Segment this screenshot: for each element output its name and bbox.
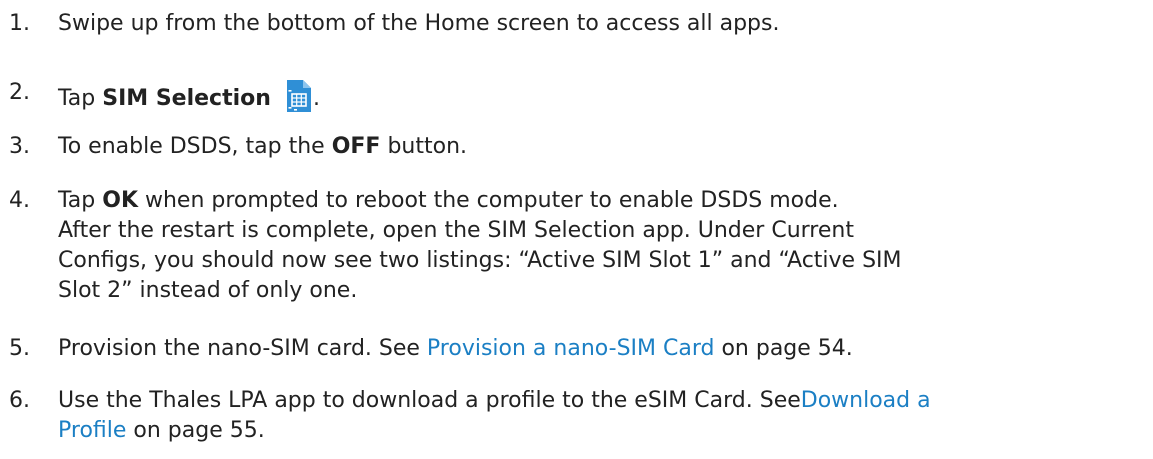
step-5-post: on page 54.	[714, 336, 853, 361]
step-text: Swipe up from the bottom of the Home scr…	[58, 9, 779, 39]
step-text: Provision the nano-SIM card. See Provisi…	[58, 334, 853, 364]
off-button-label: OFF	[331, 134, 381, 159]
instruction-page: 1. Swipe up from the bottom of the Home …	[0, 0, 1153, 459]
step-2-post: .	[312, 86, 320, 111]
step-5-pre: Provision the nano-SIM card. See	[58, 336, 427, 361]
step-3-post: button.	[380, 134, 468, 159]
step-text: To enable DSDS, tap the OFF button.	[58, 132, 467, 162]
step-2-pre: Tap	[58, 86, 103, 111]
step-text: Tap SIM Selection .	[58, 78, 320, 114]
download-profile-link-cont[interactable]: Profile	[58, 418, 126, 443]
download-profile-link[interactable]: Download a	[801, 388, 931, 413]
step-4-post: when prompted to reboot the computer to …	[138, 188, 839, 213]
ok-label: OK	[102, 188, 138, 213]
step-3-pre: To enable DSDS, tap the	[58, 134, 332, 159]
step-number: 5.	[9, 336, 30, 361]
sim-selection-label: SIM Selection	[102, 86, 271, 111]
step-number: 6.	[9, 388, 30, 413]
step-number: 2.	[9, 80, 30, 105]
step-number: 4.	[9, 188, 30, 213]
step-4-line-3: Configs, you should now see two listings…	[58, 248, 902, 273]
step-number: 1.	[9, 11, 30, 36]
step-4-line-1: Tap OK when prompted to reboot the compu…	[58, 186, 902, 216]
step-number: 3.	[9, 134, 30, 159]
step-4-line-2: After the restart is complete, open the …	[58, 218, 854, 243]
step-text: Use the Thales LPA app to download a pro…	[58, 386, 931, 446]
step-6-line-1: Use the Thales LPA app to download a pro…	[58, 386, 931, 416]
step-text: Tap OK when prompted to reboot the compu…	[58, 186, 902, 306]
step-4-line-4: Slot 2” instead of only one.	[58, 278, 358, 303]
step-6-pre: Use the Thales LPA app to download a pro…	[58, 388, 801, 413]
step-6-post: on page 55.	[126, 418, 265, 443]
sim-card-icon	[283, 78, 313, 114]
provision-nano-sim-link[interactable]: Provision a nano-SIM Card	[427, 336, 715, 361]
step-1-text: Swipe up from the bottom of the Home scr…	[58, 11, 780, 36]
step-6-line-2: Profile on page 55.	[58, 416, 931, 446]
step-4-pre: Tap	[58, 188, 103, 213]
